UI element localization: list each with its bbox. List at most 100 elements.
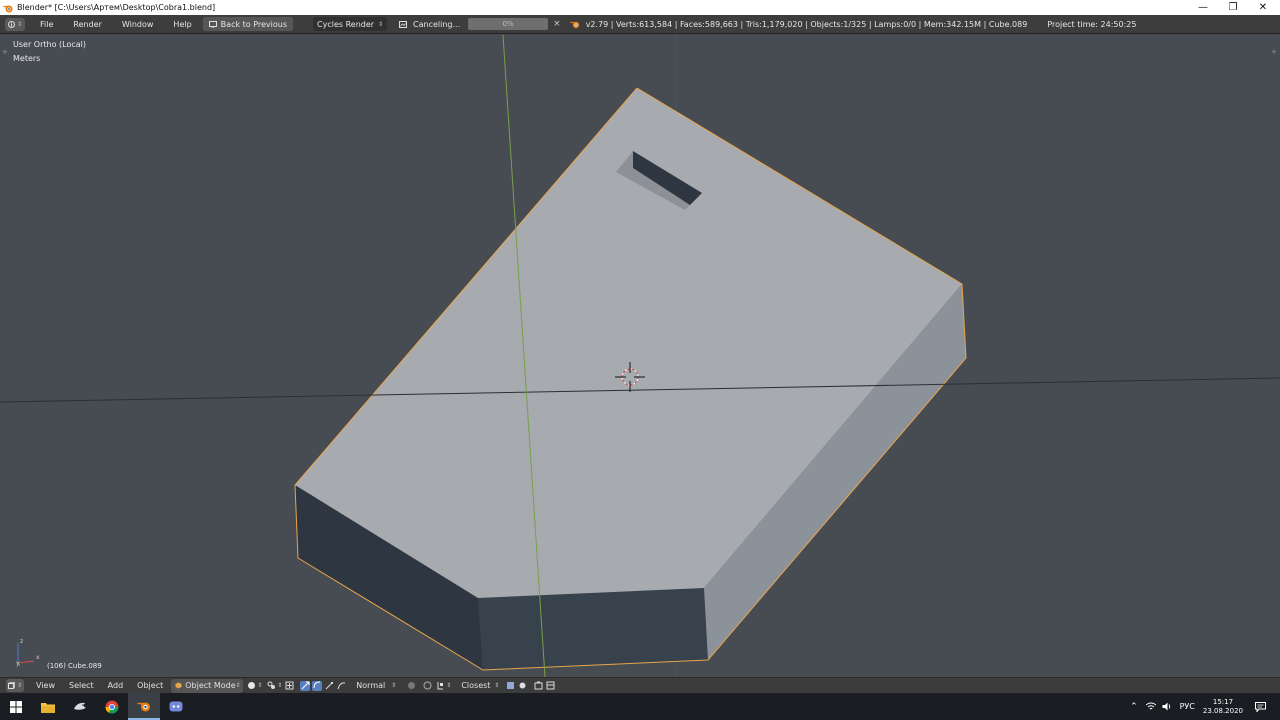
system-tray: ⌃ РУС 15:17 23.08.2020 <box>1130 693 1280 720</box>
minimize-button[interactable]: — <box>1188 0 1218 15</box>
menu-file[interactable]: File <box>35 17 58 32</box>
view3d-header: ⇕ View Select Add Object Object Mode ⇕ ⇕… <box>0 677 1280 693</box>
menu-view[interactable]: View <box>36 681 55 690</box>
chevron-updown-icon: ⇕ <box>16 682 23 689</box>
opengl-render-image-icon[interactable] <box>533 681 543 691</box>
object-mode-icon <box>175 682 182 689</box>
notifications-icon[interactable] <box>1255 701 1266 712</box>
proportional-edit-icon[interactable] <box>422 681 432 691</box>
transform-orientation-dropdown[interactable]: Normal ⇕ <box>352 678 401 693</box>
taskbar-file-explorer[interactable] <box>32 693 64 720</box>
viewport-canvas <box>0 35 1280 677</box>
cube-icon <box>7 682 15 689</box>
chevron-updown-icon: ⇕ <box>391 682 397 689</box>
chevron-updown-icon: ⇕ <box>16 20 23 28</box>
windows-logo-icon <box>10 700 22 713</box>
layers-icon[interactable] <box>406 681 416 691</box>
render-engine-dropdown[interactable]: Cycles Render ⇕ <box>313 17 388 31</box>
toolshelf-toggle-icon[interactable]: + <box>2 48 8 56</box>
pivot-point-icon <box>267 681 276 690</box>
render-camera-icon[interactable] <box>517 681 527 691</box>
taskbar-discord[interactable] <box>160 693 192 720</box>
y-axis-label: y <box>16 660 20 667</box>
blender-app-icon <box>3 3 13 13</box>
render-job-status: Canceling... <box>399 20 460 29</box>
taskbar-chrome[interactable] <box>96 693 128 720</box>
chevron-updown-icon: ⇕ <box>277 682 283 689</box>
menu-select[interactable]: Select <box>69 681 94 690</box>
z-axis-label: z <box>20 638 24 645</box>
taskbar-clock[interactable]: 15:17 23.08.2020 <box>1203 698 1243 716</box>
scale-manipulator-icon[interactable] <box>324 681 334 691</box>
back-to-previous-label: Back to Previous <box>220 19 288 29</box>
clock-date: 23.08.2020 <box>1202 706 1243 715</box>
snap-element-icon <box>436 681 445 690</box>
render-preview-icon[interactable] <box>505 681 515 691</box>
pivot-point-dropdown[interactable]: ⇕ <box>267 681 282 690</box>
volume-icon[interactable] <box>1162 702 1172 711</box>
menu-add[interactable]: Add <box>108 681 124 690</box>
chevron-updown-icon: ⇕ <box>446 682 452 689</box>
curve-tool-icon[interactable] <box>336 681 346 691</box>
chevron-updown-icon: ⇕ <box>378 20 384 28</box>
clock-time: 15:17 <box>1212 697 1234 706</box>
chevron-updown-icon: ⇕ <box>257 682 263 689</box>
translate-manipulator-icon[interactable] <box>300 680 311 691</box>
opengl-render-animation-icon[interactable] <box>545 681 555 691</box>
snap-target-dropdown[interactable]: Closest ⇕ <box>457 678 504 693</box>
x-axis-label: x <box>36 654 40 661</box>
bird-app-icon <box>73 701 87 713</box>
window-titlebar: Blender* [C:\Users\Артем\Desktop\Cobra1.… <box>0 0 1280 15</box>
chevron-updown-icon: ⇕ <box>235 682 241 689</box>
chevron-updown-icon: ⇕ <box>494 682 500 689</box>
maximize-button[interactable]: ❐ <box>1218 0 1248 15</box>
manipulator-toggle-icon[interactable] <box>284 681 294 691</box>
menu-render[interactable]: Render <box>68 17 106 32</box>
taskbar-blender[interactable] <box>128 693 160 720</box>
interaction-mode-dropdown[interactable]: Object Mode ⇕ <box>171 678 244 693</box>
properties-toggle-icon[interactable]: + <box>1271 48 1277 56</box>
chrome-icon <box>105 700 119 714</box>
units-label: Meters <box>13 54 41 63</box>
taskbar-app-bird[interactable] <box>64 693 96 720</box>
interaction-mode-value: Object Mode <box>185 681 236 690</box>
start-button[interactable] <box>0 693 32 720</box>
blender-window: Blender* [C:\Users\Артем\Desktop\Cobra1.… <box>0 0 1280 720</box>
cancel-render-button[interactable]: × <box>553 19 561 29</box>
blender-logo-icon <box>570 20 580 29</box>
info-header: ⇕ File Render Window Help Back to Previo… <box>0 15 1280 34</box>
window-title: Blender* [C:\Users\Артем\Desktop\Cobra1.… <box>17 3 216 12</box>
snap-target-value: Closest <box>461 681 491 690</box>
menu-object[interactable]: Object <box>137 681 163 690</box>
solid-shading-icon <box>247 681 256 690</box>
render-engine-value: Cycles Render <box>317 19 375 29</box>
keyboard-language[interactable]: РУС <box>1180 702 1195 711</box>
3d-viewport[interactable]: User Ortho (Local) Meters + + z x y (106… <box>0 35 1280 677</box>
object-side-face-front <box>478 588 708 670</box>
network-icon[interactable] <box>1145 702 1156 711</box>
windows-taskbar: ⌃ РУС 15:17 23.08.2020 <box>0 693 1280 720</box>
rotate-manipulator-icon[interactable] <box>312 680 323 691</box>
interaction-mode: Object Mode <box>175 681 236 690</box>
render-progress-bar: 0% <box>468 18 549 30</box>
close-window-button[interactable]: ✕ <box>1248 0 1278 15</box>
view-axis-gizmo: z x y <box>12 635 42 669</box>
menu-help[interactable]: Help <box>168 17 196 32</box>
show-hidden-icons-button[interactable]: ⌃ <box>1130 702 1138 712</box>
discord-icon <box>169 701 183 712</box>
view-name-label: User Ortho (Local) <box>13 40 86 49</box>
snap-element-dropdown[interactable]: ⇕ <box>436 681 451 690</box>
job-status-label: Canceling... <box>413 19 461 29</box>
blender-app-icon <box>137 700 151 712</box>
info-editor-icon <box>7 20 15 28</box>
menu-window[interactable]: Window <box>117 17 159 32</box>
transform-orientation-value: Normal <box>356 681 386 690</box>
back-to-previous-button[interactable]: Back to Previous <box>202 17 294 31</box>
folder-icon <box>41 701 55 713</box>
editor-type-selector[interactable]: ⇕ <box>5 17 25 31</box>
view3d-editor-type[interactable]: ⇕ <box>6 679 24 692</box>
project-time: Project time: 24:50:25 <box>1047 19 1137 29</box>
render-job-icon <box>399 20 408 28</box>
render-progress-text: 0% <box>502 20 514 28</box>
shading-dropdown[interactable]: ⇕ <box>247 681 262 690</box>
